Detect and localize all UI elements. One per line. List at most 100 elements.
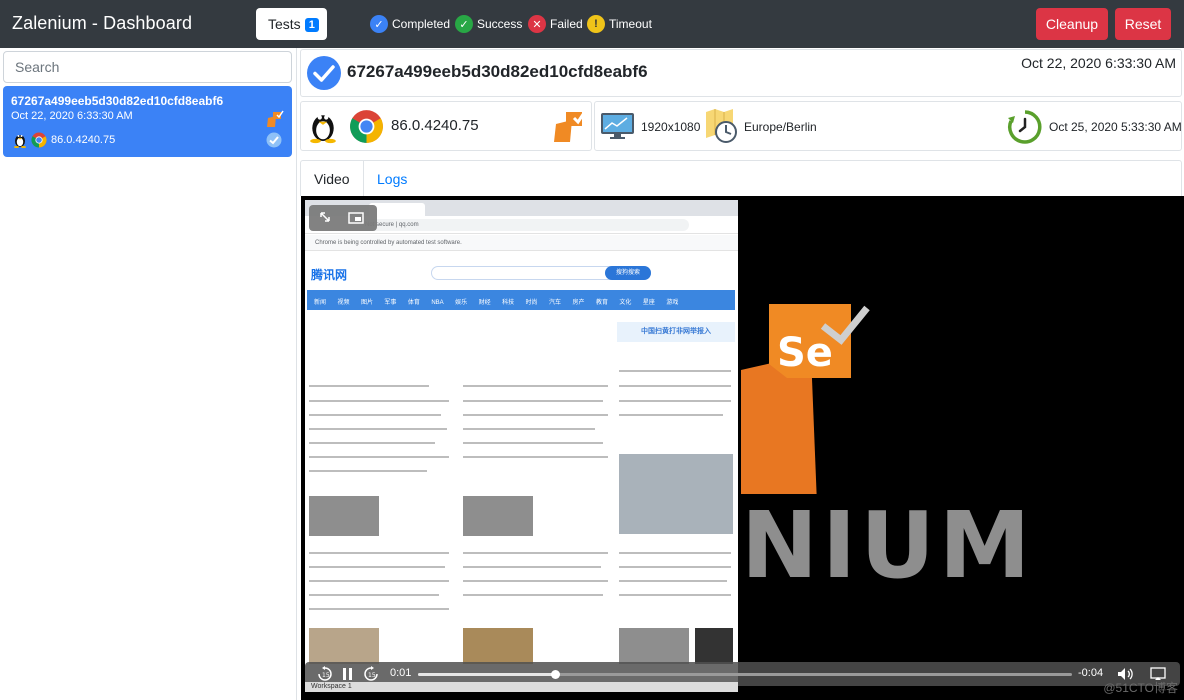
article-line (619, 400, 731, 402)
forward-icon[interactable]: 15 (363, 666, 379, 682)
x-icon: ✕ (528, 15, 546, 33)
nav-item: 房产 (572, 300, 585, 306)
article-line (309, 400, 449, 402)
watermark-text: @51CTO博客 (1103, 681, 1178, 695)
nav-item: 体育 (407, 300, 420, 306)
nav-item: 游戏 (666, 300, 679, 306)
selenium-logo: Se (741, 304, 870, 494)
nav-item: 娱乐 (455, 300, 468, 306)
nav-item: 文化 (619, 300, 632, 306)
video-player[interactable]: Not secure | qq.com Chrome is being cont… (301, 196, 1184, 700)
test-browser-info: 86.0.4240.75 (13, 132, 115, 148)
article-thumbnail (463, 496, 533, 536)
svg-text:15: 15 (368, 672, 376, 679)
article-line (619, 594, 731, 596)
completed-status-icon (307, 56, 341, 90)
site-nav: 新闻 视频 图片 军事 体育 NBA 娱乐 财经 科技 时尚 汽车 房产 教育 … (307, 290, 735, 310)
tab-video[interactable]: Video (301, 161, 364, 197)
tests-button[interactable]: Tests 1 (256, 8, 327, 40)
sidebar-divider (296, 48, 297, 700)
timezone: Europe/Berlin (744, 120, 817, 134)
brand-text: NIUM (741, 492, 1035, 599)
seek-handle[interactable] (551, 670, 561, 679)
recorded-taskbar: Workspace 1 (305, 682, 738, 692)
svg-text:15: 15 (322, 672, 330, 679)
address-bar: Not secure | qq.com (359, 219, 689, 231)
article-line (309, 442, 435, 444)
test-id: 67267a499eeb5d30d82ed10cfd8eabf6 (11, 94, 224, 108)
site-banner: 中国扫黄打非网举报入 (617, 322, 735, 342)
linux-icon (310, 115, 336, 144)
nav-item: 时尚 (525, 300, 538, 306)
tab-logs[interactable]: Logs (364, 161, 420, 197)
monitor-icon (601, 113, 634, 139)
selenium-icon (554, 109, 588, 142)
test-date-header: Oct 22, 2020 6:33:30 AM (1021, 55, 1176, 71)
remaining-time: -0:04 (1078, 667, 1104, 679)
selenium-icon (267, 110, 284, 127)
exclamation-icon: ! (587, 15, 605, 33)
svg-text:Se: Se (777, 330, 833, 376)
article-line (309, 385, 429, 387)
chrome-icon (31, 132, 47, 148)
legend-failed: ✕ Failed (528, 15, 583, 33)
article-thumbnail (309, 496, 379, 536)
cleanup-button[interactable]: Cleanup (1036, 8, 1108, 40)
seek-bar[interactable] (418, 670, 1072, 679)
test-date: Oct 22, 2020 6:33:30 AM (11, 110, 133, 122)
top-navbar: Zalenium - Dashboard Tests 1 ✓ Completed … (0, 0, 1184, 48)
article-line (309, 552, 449, 554)
article-thumbnail (463, 628, 533, 664)
nav-item: 科技 (502, 300, 515, 306)
check-icon: ✓ (455, 15, 473, 33)
article-line (309, 566, 445, 568)
pause-icon[interactable] (342, 667, 354, 681)
check-icon: ✓ (370, 15, 388, 33)
article-line (463, 580, 608, 582)
article-line (309, 608, 449, 610)
article-line (309, 414, 441, 416)
nav-item: 财经 (478, 300, 491, 306)
article-line (463, 566, 601, 568)
rewind-icon[interactable]: 15 (317, 666, 333, 682)
recorded-browser-window: Not secure | qq.com Chrome is being cont… (305, 200, 738, 682)
article-thumbnail (619, 454, 733, 534)
article-line (309, 470, 427, 472)
nav-item: 教育 (595, 300, 608, 306)
reset-button[interactable]: Reset (1115, 8, 1171, 40)
app-title: Zalenium - Dashboard (12, 13, 193, 33)
article-line (619, 414, 723, 416)
article-line (309, 456, 449, 458)
player-overlay-controls[interactable] (309, 205, 377, 231)
legend-failed-label: Failed (550, 17, 583, 31)
legend-timeout-label: Timeout (609, 17, 652, 31)
legend-success-label: Success (477, 17, 523, 31)
detail-tabs: Video Logs (300, 160, 1182, 197)
retention-clock-icon (1008, 110, 1042, 144)
screen-resolution: 1920x1080 (641, 120, 701, 134)
article-line (619, 552, 731, 554)
article-line (619, 385, 731, 387)
automation-infobar: Chrome is being controlled by automated … (305, 235, 738, 251)
legend-completed-label: Completed (392, 17, 451, 31)
search-input[interactable] (3, 51, 292, 83)
browser-version: 86.0.4240.75 (391, 117, 479, 134)
article-line (309, 594, 439, 596)
fullscreen-icon (320, 212, 364, 224)
article-thumbnail (309, 628, 379, 664)
chrome-icon (350, 110, 383, 143)
site-logo: 腾讯网 (311, 268, 348, 282)
test-list-item[interactable]: 67267a499eeb5d30d82ed10cfd8eabf6 Oct 22,… (3, 86, 292, 157)
article-line (463, 414, 608, 416)
legend-completed: ✓ Completed (370, 15, 450, 33)
test-browser-version: 86.0.4240.75 (51, 134, 116, 146)
test-title: 67267a499eeb5d30d82ed10cfd8eabf6 (347, 62, 648, 81)
tests-count-badge: 1 (304, 18, 319, 32)
article-line (309, 580, 449, 582)
article-line (463, 442, 603, 444)
nav-item: 新闻 (314, 300, 327, 306)
browser-tab (369, 203, 425, 216)
retention-date: Oct 25, 2020 5:33:30 AM (1049, 120, 1182, 134)
article-line (463, 428, 595, 430)
legend-timeout: ! Timeout (587, 15, 652, 33)
